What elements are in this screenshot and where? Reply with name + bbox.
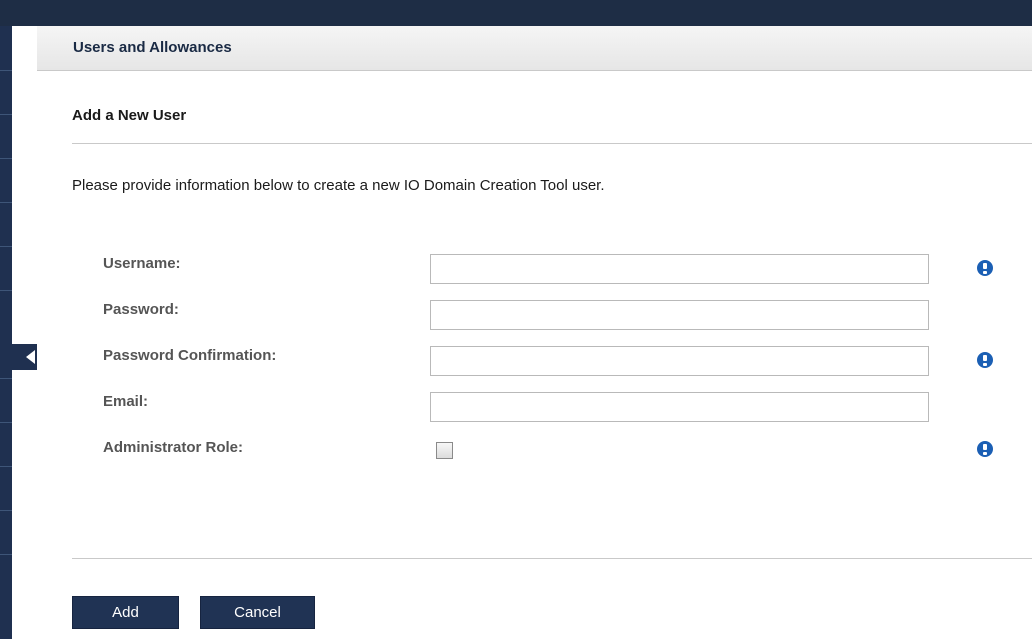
- rail-divider: [0, 114, 12, 115]
- rail-divider: [0, 202, 12, 203]
- rail-divider: [0, 422, 12, 423]
- add-button[interactable]: Add: [72, 596, 179, 629]
- email-input[interactable]: [430, 392, 929, 422]
- rail-divider: [0, 158, 12, 159]
- rail-divider: [0, 70, 12, 71]
- section-title: Add a New User: [72, 107, 187, 124]
- intro-text: Please provide information below to crea…: [72, 177, 605, 194]
- rail-divider: [0, 510, 12, 511]
- administrator-role-label: Administrator Role:: [103, 439, 244, 456]
- page-title: Users and Allowances: [73, 39, 232, 56]
- page-header: Users and Allowances: [37, 26, 1032, 71]
- password-confirmation-label: Password Confirmation:: [103, 347, 277, 364]
- divider: [72, 558, 1032, 559]
- info-icon: [977, 260, 993, 276]
- password-input[interactable]: [430, 300, 929, 330]
- rail-divider: [0, 378, 12, 379]
- arrow-left-icon: [26, 350, 35, 364]
- info-icon: [977, 352, 993, 368]
- rail-divider: [0, 466, 12, 467]
- email-label: Email:: [103, 393, 149, 410]
- rail-strip: [0, 26, 12, 639]
- divider: [72, 143, 1032, 144]
- left-nav-rail: [0, 26, 37, 639]
- username-label: Username:: [103, 255, 181, 272]
- rail-selected-item[interactable]: [0, 344, 37, 370]
- cancel-button[interactable]: Cancel: [200, 596, 315, 629]
- rail-divider: [0, 290, 12, 291]
- password-label: Password:: [103, 301, 179, 318]
- info-icon: [977, 441, 993, 457]
- administrator-role-checkbox[interactable]: [436, 442, 453, 459]
- rail-divider: [0, 554, 12, 555]
- top-banner: [0, 0, 1032, 26]
- password-confirmation-input[interactable]: [430, 346, 929, 376]
- rail-divider: [0, 246, 12, 247]
- username-input[interactable]: [430, 254, 929, 284]
